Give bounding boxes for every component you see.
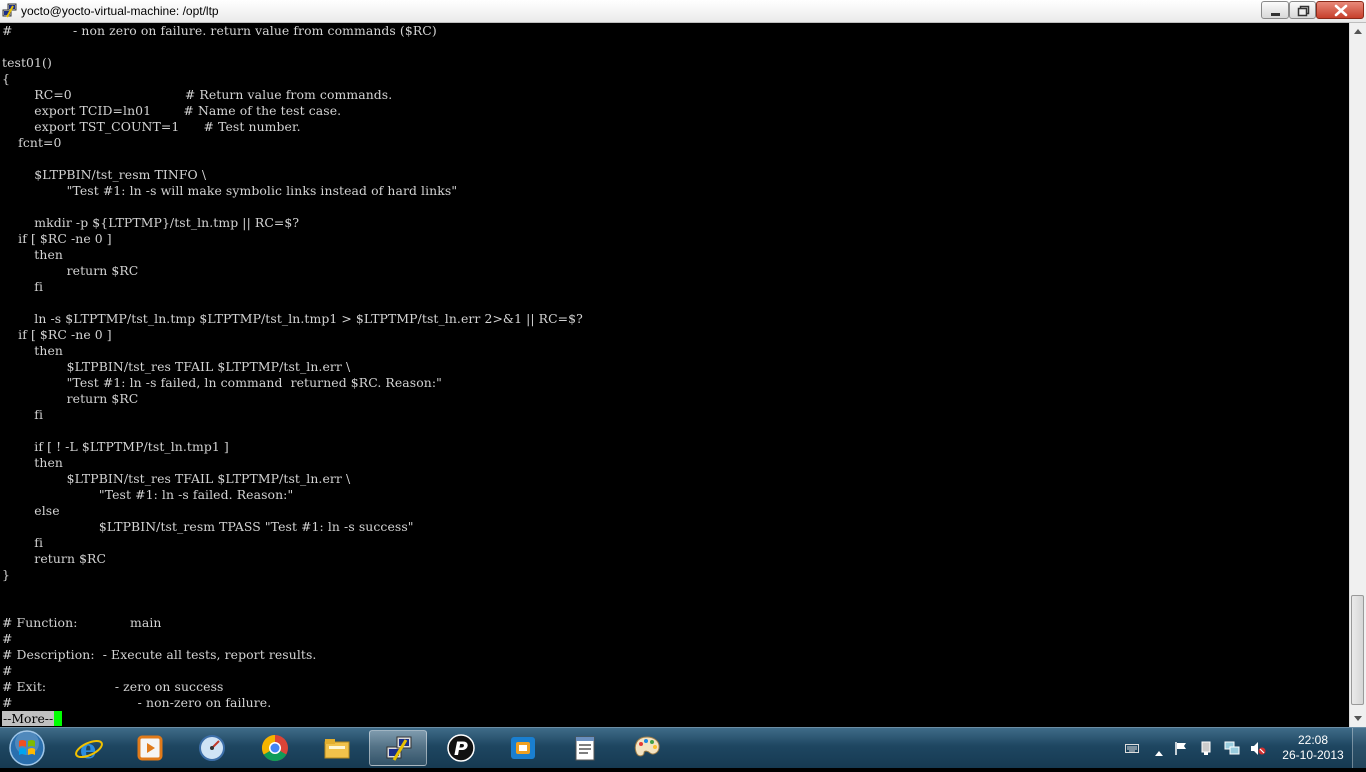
terminal-line: "Test #1: ln -s will make symbolic links… [2, 183, 458, 198]
terminal-line: ln -s $LTPTMP/tst_ln.tmp $LTPTMP/tst_ln.… [2, 311, 583, 326]
window-title: yocto@yocto-virtual-machine: /opt/ltp [21, 4, 219, 18]
terminal-line: # - non zero on failure. return value fr… [2, 23, 437, 38]
terminal-line: export TCID=ln01 # Name of the test case… [2, 103, 342, 118]
taskbar-putty[interactable] [369, 730, 427, 766]
clock-date: 26-10-2013 [1282, 748, 1344, 762]
minimize-icon [1271, 13, 1280, 16]
terminal-output[interactable]: # - non zero on failure. return value fr… [0, 23, 1349, 727]
internet-explorer-icon: e [75, 735, 103, 762]
taskbar-media-player[interactable] [121, 730, 179, 766]
putty-icon [386, 736, 412, 761]
terminal-line: test01() [2, 55, 52, 70]
terminal-line: $LTPBIN/tst_resm TPASS "Test #1: ln -s s… [2, 519, 414, 534]
taskbar-paint[interactable] [617, 730, 675, 766]
p-app-icon: P [447, 734, 475, 762]
virtual-machine-icon [511, 737, 535, 759]
close-icon [1334, 4, 1348, 17]
terminal-line: fi [2, 279, 44, 294]
keyboard-icon[interactable] [1125, 741, 1139, 759]
media-player-icon [137, 735, 163, 761]
svg-text:P: P [454, 738, 468, 760]
terminal-line: $LTPBIN/tst_resm TINFO \ [2, 167, 207, 182]
show-hidden-icons-arrow-icon[interactable] [1154, 744, 1164, 762]
scroll-up-button[interactable] [1350, 23, 1366, 40]
terminal-line: # Function: main [2, 615, 162, 630]
terminal-line: if [ ! -L $LTPTMP/tst_ln.tmp1 ] [2, 439, 229, 454]
taskbar-p-app[interactable]: P [431, 730, 489, 766]
show-desktop-button[interactable] [1352, 728, 1366, 768]
terminal-line: # Exit: - zero on success [2, 679, 224, 694]
terminal-line: then [2, 343, 63, 358]
terminal-line: # [2, 631, 13, 646]
notepad-icon [575, 736, 595, 761]
taskbar-performance-gauge[interactable] [183, 730, 241, 766]
start-button[interactable] [2, 729, 52, 767]
performance-gauge-icon [199, 735, 225, 761]
terminal-line: mkdir -p ${LTPTMP}/tst_ln.tmp || RC=$? [2, 215, 300, 230]
minimize-button[interactable] [1261, 1, 1289, 19]
terminal-cursor [54, 711, 63, 726]
terminal-line: return $RC [2, 391, 139, 406]
terminal-line: else [2, 503, 60, 518]
terminal-line: $LTPBIN/tst_res TFAIL $LTPTMP/tst_ln.err… [2, 471, 351, 486]
terminal-line: return $RC [2, 551, 107, 566]
terminal-line: { [2, 71, 10, 86]
clock-time: 22:08 [1297, 733, 1329, 747]
paint-icon [634, 736, 660, 757]
taskbar: e P 22:08 26-10-2013 [0, 727, 1366, 768]
taskbar-chrome[interactable] [245, 730, 303, 766]
terminal-line: RC=0 # Return value from commands. [2, 87, 393, 102]
taskbar-clock[interactable]: 22:08 26-10-2013 [1280, 733, 1346, 763]
pager-more-prompt: --More-- [2, 711, 55, 726]
taskbar-notepad[interactable] [555, 730, 613, 766]
terminal-line: "Test #1: ln -s failed. Reason:" [2, 487, 294, 502]
file-explorer-icon [324, 739, 350, 759]
scroll-up-arrow-icon [1354, 29, 1362, 34]
terminal-line: export TST_COUNT=1 # Test number. [2, 119, 301, 134]
terminal-line: $LTPBIN/tst_res TFAIL $LTPTMP/tst_ln.err… [2, 359, 351, 374]
terminal-line: fi [2, 407, 44, 422]
terminal-line: fcnt=0 [2, 135, 62, 150]
windows-start-orb-icon [9, 730, 45, 766]
vertical-scrollbar[interactable] [1349, 23, 1366, 727]
terminal-line: } [2, 567, 10, 582]
taskbar-virtual-machine[interactable] [493, 730, 551, 766]
close-button[interactable] [1316, 1, 1364, 19]
taskbar-internet-explorer[interactable]: e [59, 730, 117, 766]
terminal-line: fi [2, 535, 44, 550]
maximize-button[interactable] [1289, 1, 1316, 19]
terminal-line: "Test #1: ln -s failed, ln command retur… [2, 375, 442, 390]
terminal-line: # - non-zero on failure. [2, 695, 272, 710]
window-title-bar[interactable]: yocto@yocto-virtual-machine: /opt/ltp [0, 0, 1366, 23]
system-tray [1118, 728, 1288, 768]
maximize-icon [1297, 5, 1310, 17]
putty-icon[interactable] [2, 3, 18, 19]
scroll-down-arrow-icon [1354, 716, 1362, 721]
chrome-icon [261, 734, 288, 762]
volume-muted-icon[interactable] [1250, 741, 1266, 761]
action-center-flag-icon[interactable] [1174, 741, 1188, 761]
usb-device-icon[interactable] [1199, 741, 1213, 761]
network-icon[interactable] [1224, 741, 1240, 761]
terminal-line: if [ $RC -ne 0 ] [2, 231, 112, 246]
scroll-down-button[interactable] [1350, 710, 1366, 727]
terminal-line: # Description: - Execute all tests, repo… [2, 647, 317, 662]
scrollbar-thumb[interactable] [1351, 595, 1364, 705]
terminal-line: then [2, 247, 63, 262]
taskbar-file-explorer[interactable] [307, 730, 365, 766]
terminal-line: # [2, 663, 13, 678]
terminal-line: then [2, 455, 63, 470]
terminal-line: if [ $RC -ne 0 ] [2, 327, 112, 342]
terminal-line: return $RC [2, 263, 139, 278]
